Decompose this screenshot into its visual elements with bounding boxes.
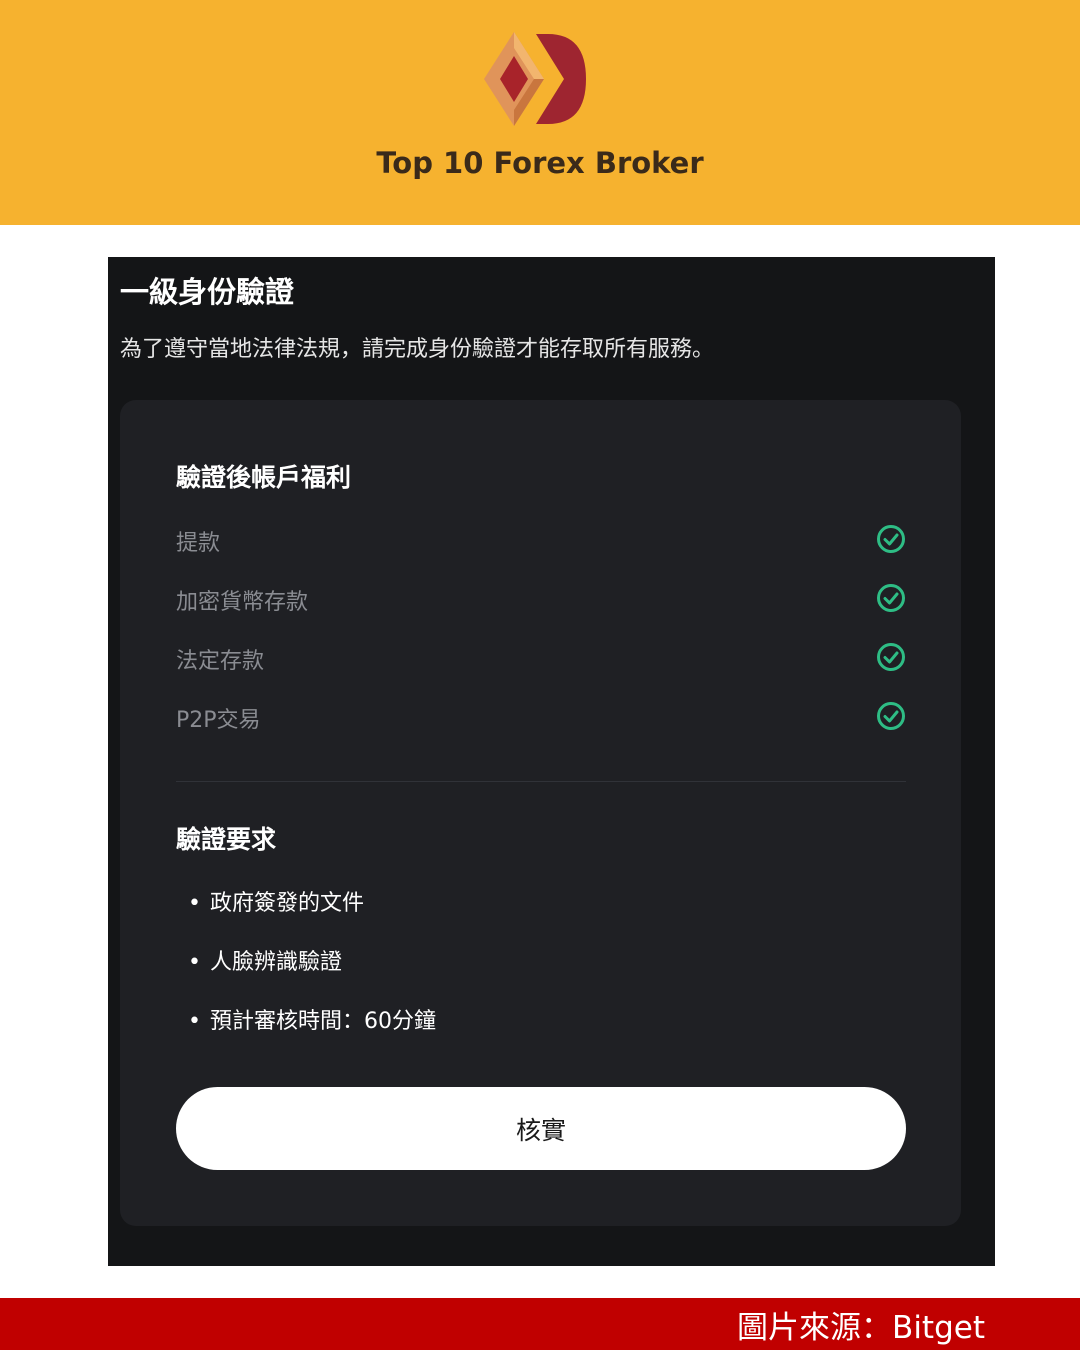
bullet-icon: • bbox=[188, 1009, 201, 1034]
benefit-label: 提款 bbox=[176, 531, 221, 556]
image-credit: 圖片來源：Bitget bbox=[737, 1310, 985, 1346]
benefit-row-withdrawal: 提款 bbox=[176, 521, 906, 557]
verification-panel: 一級身份驗證 為了遵守當地法律法規，請完成身份驗證才能存取所有服務。 驗證後帳戶… bbox=[108, 257, 995, 1266]
verify-button[interactable]: 核實 bbox=[176, 1087, 906, 1170]
brand-logo-icon bbox=[484, 32, 586, 126]
requirement-text: 人臉辨識驗證 bbox=[210, 950, 343, 975]
check-circle-icon bbox=[877, 643, 905, 671]
section-divider bbox=[176, 781, 906, 782]
bullet-icon: • bbox=[188, 950, 201, 975]
check-circle-icon bbox=[877, 525, 905, 553]
page-subtitle: 為了遵守當地法律法規，請完成身份驗證才能存取所有服務。 bbox=[120, 337, 715, 362]
footer-banner: 圖片來源：Bitget bbox=[0, 1298, 1080, 1350]
benefit-row-crypto-deposit: 加密貨幣存款 bbox=[176, 580, 906, 616]
requirement-item: • 人臉辨識驗證 bbox=[188, 944, 342, 976]
requirements-title: 驗證要求 bbox=[176, 825, 277, 854]
benefits-title: 驗證後帳戶福利 bbox=[176, 463, 352, 492]
benefit-row-p2p-trading: P2P交易 bbox=[176, 698, 906, 734]
benefit-label: P2P交易 bbox=[176, 708, 261, 733]
brand-name: Top 10 Forex Broker bbox=[376, 146, 704, 180]
requirement-item: • 政府簽發的文件 bbox=[188, 885, 364, 917]
requirement-item: • 預計審核時間：60分鐘 bbox=[188, 1003, 436, 1035]
bullet-icon: • bbox=[188, 891, 201, 916]
requirement-text: 政府簽發的文件 bbox=[210, 891, 365, 916]
benefit-label: 法定存款 bbox=[176, 649, 265, 674]
benefit-label: 加密貨幣存款 bbox=[176, 590, 309, 615]
check-circle-icon bbox=[877, 584, 905, 612]
header-banner: Top 10 Forex Broker bbox=[0, 0, 1080, 225]
check-circle-icon bbox=[877, 702, 905, 730]
page-title: 一級身份驗證 bbox=[120, 275, 295, 309]
benefit-row-fiat-deposit: 法定存款 bbox=[176, 639, 906, 675]
verification-card: 驗證後帳戶福利 提款 加密貨幣存款 法定存款 P2P交易 驗證要求 • 政府簽發的… bbox=[120, 400, 961, 1226]
requirement-text: 預計審核時間：60分鐘 bbox=[210, 1009, 436, 1034]
